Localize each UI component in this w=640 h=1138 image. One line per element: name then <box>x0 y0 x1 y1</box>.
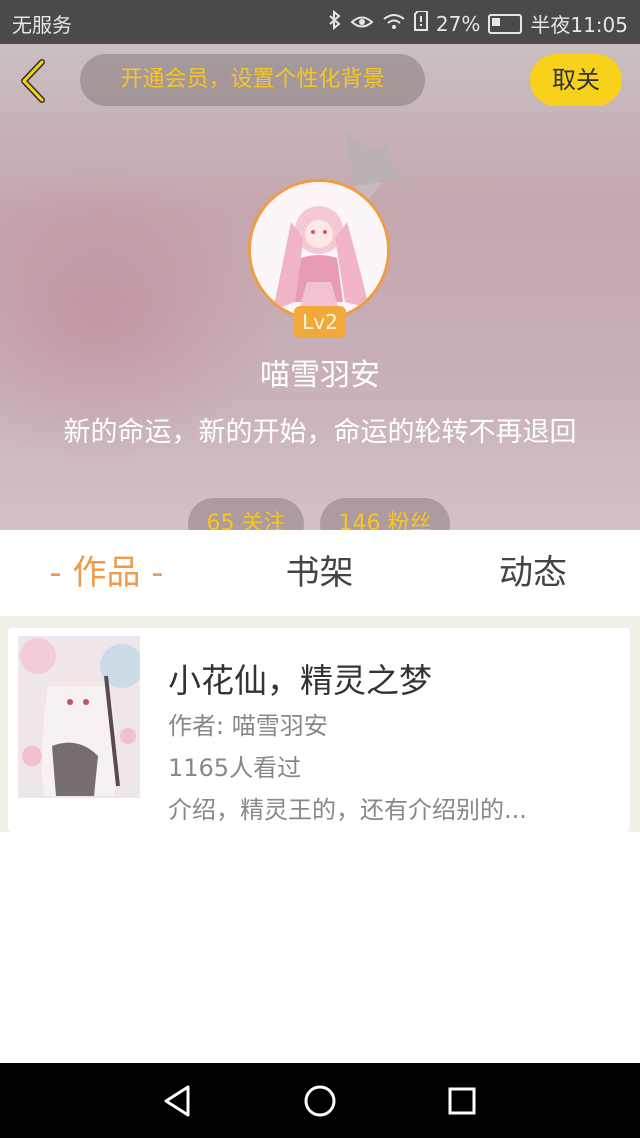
nav-home-icon <box>304 1085 336 1117</box>
nav-home-button[interactable] <box>300 1081 340 1121</box>
battery-percent: 27% <box>435 11 481 36</box>
nav-back-button[interactable] <box>158 1081 198 1121</box>
fans-count-button[interactable]: 146 粉丝 <box>320 498 450 530</box>
profile-tabs: - 作品 - 书架 动态 <box>0 530 640 616</box>
list-item[interactable]: 小花仙，精灵之梦 作者: 喵雪羽安 1165人看过 介绍，精灵王的，还有介绍别的… <box>8 628 630 832</box>
avatar-image <box>251 182 387 318</box>
unfollow-button[interactable]: 取关 <box>530 54 622 106</box>
avatar[interactable] <box>248 179 390 321</box>
clock-text: 半夜11:05 <box>530 13 628 37</box>
nav-back-icon <box>164 1085 190 1117</box>
battery-icon <box>488 13 523 34</box>
vip-banner-button[interactable]: 开通会员，设置个性化背景 <box>80 54 425 106</box>
system-nav-bar <box>0 1063 640 1138</box>
nav-recent-icon <box>448 1087 476 1115</box>
eye-icon <box>350 12 374 36</box>
username: 喵雪羽安 <box>260 358 380 393</box>
tab-bookshelf[interactable]: 书架 <box>213 530 426 616</box>
sim-icon <box>413 10 428 36</box>
book-views: 1165人看过 <box>168 754 302 782</box>
book-cover <box>18 636 140 798</box>
book-cover-image <box>18 636 140 798</box>
status-bar: 无服务 27% 半夜11:05 <box>0 0 640 44</box>
tab-activity[interactable]: 动态 <box>426 530 640 616</box>
level-badge: Lv2 <box>294 306 346 338</box>
profile-header: 开通会员，设置个性化背景 取关 Lv2 喵雪羽安 新的命运，新的开始，命运的轮转… <box>0 44 640 530</box>
following-count-button[interactable]: 65 关注 <box>188 498 304 530</box>
wifi-icon <box>382 12 406 36</box>
back-button[interactable] <box>14 58 54 104</box>
bluetooth-icon <box>328 9 342 37</box>
carrier-text: 无服务 <box>12 13 72 37</box>
user-bio: 新的命运，新的开始，命运的轮转不再退回 <box>63 417 577 448</box>
chevron-left-icon <box>21 59 45 103</box>
tab-works[interactable]: - 作品 - <box>0 530 213 616</box>
book-title: 小花仙，精灵之梦 <box>168 661 432 700</box>
status-icons: 27% 半夜11:05 <box>328 9 628 38</box>
book-author: 作者: 喵雪羽安 <box>168 712 328 740</box>
nav-recent-button[interactable] <box>442 1081 482 1121</box>
book-intro: 介绍，精灵王的，还有介绍别的... <box>168 796 527 824</box>
